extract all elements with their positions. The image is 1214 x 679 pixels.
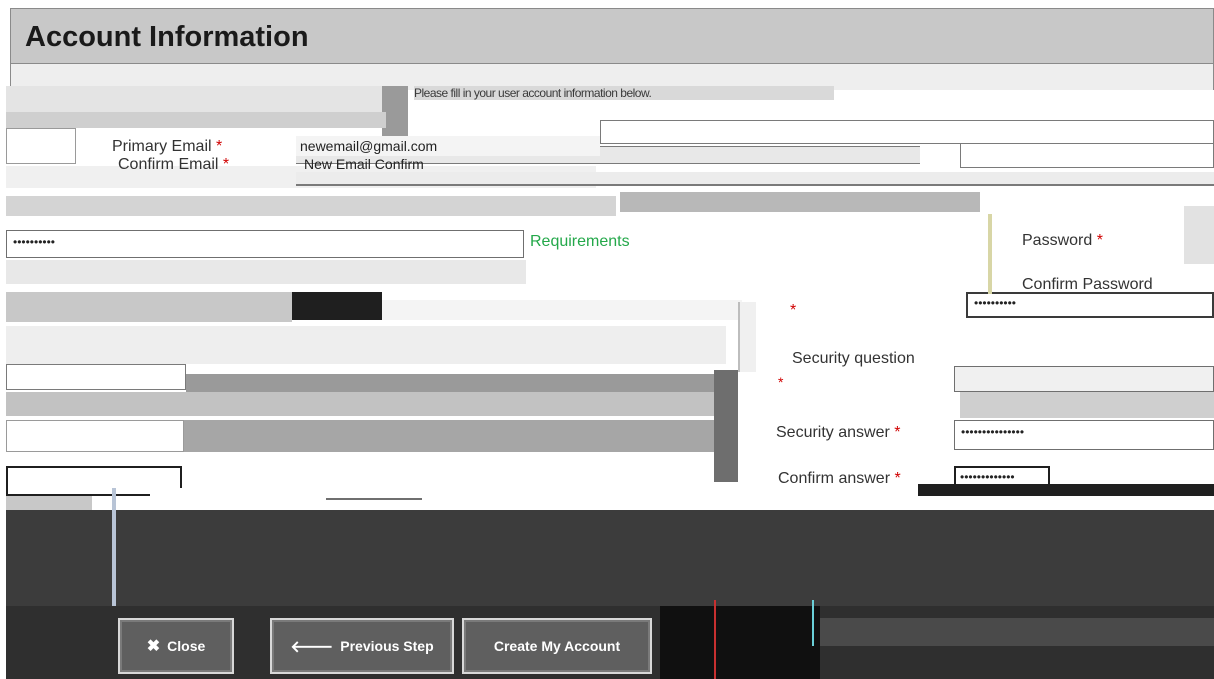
arrow-left-icon: 🡐 [290, 638, 334, 656]
confirm-answer-label: Confirm answer * [778, 470, 901, 487]
glitch-band [820, 618, 1214, 646]
security-answer-input[interactable]: ••••••••••••••• [954, 420, 1214, 450]
required-marker: * [222, 156, 230, 173]
password-label: Password * [1022, 232, 1103, 249]
confirm-password-label: Confirm Password [1022, 276, 1153, 293]
glitch-band [6, 326, 726, 364]
required-marker: * [1096, 232, 1103, 249]
close-button[interactable]: ✖ Close [118, 618, 234, 674]
create-account-button[interactable]: Create My Account [462, 618, 652, 674]
glitch-band [6, 112, 386, 128]
glitch-band [6, 86, 386, 112]
glitch-band [988, 214, 992, 294]
glitch-band [714, 370, 738, 482]
instructions-text: Please fill in your user account informa… [414, 86, 834, 100]
requirements-link[interactable]: Requirements [530, 233, 630, 251]
page-header: Account Information [10, 8, 1214, 64]
required-marker: * [778, 374, 784, 390]
confirm-email-label: Confirm Email * [118, 156, 230, 173]
glitch-band [292, 292, 382, 320]
glitch-band [150, 488, 326, 510]
account-information-page: Account Information Please fill in your … [0, 0, 1214, 679]
glitch-band [6, 260, 526, 284]
password-input[interactable]: •••••••••• [6, 230, 524, 258]
confirm-password-input[interactable]: •••••••••• [970, 294, 1070, 316]
page-title: Account Information [25, 21, 309, 53]
glitch-line [812, 600, 814, 646]
security-answer-label: Security answer * [776, 424, 901, 441]
glitch-line [714, 600, 716, 679]
glitch-line [112, 488, 116, 606]
footer-panel [6, 510, 1214, 606]
glitch-band [960, 392, 1214, 418]
glitch-band [186, 374, 726, 392]
security-question-select[interactable] [954, 366, 1214, 392]
glitch-band [6, 364, 186, 390]
close-icon: ✖ [146, 638, 161, 655]
required-marker: * [216, 138, 223, 155]
glitch-band [6, 196, 616, 216]
glitch-band [6, 392, 726, 416]
glitch-band [6, 420, 184, 452]
primary-email-label: Primary Email * [112, 138, 223, 155]
required-marker: * [894, 424, 901, 441]
glitch-band [1184, 206, 1214, 264]
required-marker: * [790, 302, 797, 319]
glitch-band [738, 302, 756, 372]
glitch-band [6, 128, 76, 164]
required-marker: * [894, 470, 901, 487]
glitch-band [6, 292, 292, 322]
glitch-band [660, 606, 820, 679]
glitch-band [326, 488, 422, 500]
glitch-band [184, 420, 714, 452]
glitch-band [600, 120, 1214, 144]
confirm-answer-input[interactable]: ••••••••••••• [954, 466, 1050, 486]
previous-step-button[interactable]: 🡐 Previous Step [270, 618, 454, 674]
glitch-band [382, 300, 742, 320]
glitch-band [6, 496, 92, 510]
confirm-email-input[interactable]: New Email Confirm [300, 154, 600, 174]
security-question-label: Security question [792, 350, 915, 367]
primary-email-input[interactable]: newemail@gmail.com [296, 136, 600, 156]
glitch-band [620, 192, 980, 212]
glitch-band [296, 172, 1214, 186]
